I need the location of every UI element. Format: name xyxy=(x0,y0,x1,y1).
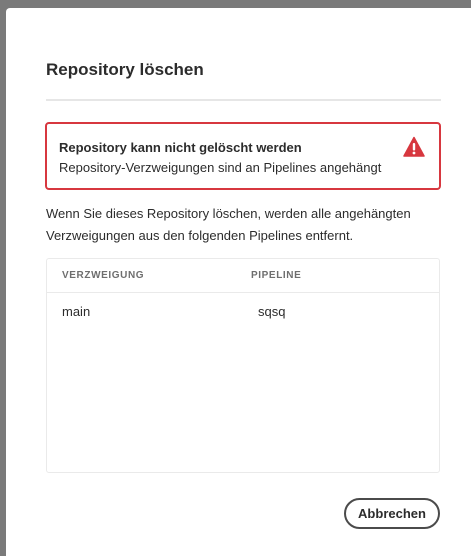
dialog-title: Repository löschen xyxy=(46,60,204,79)
alert-triangle-icon xyxy=(403,136,425,157)
row-pipeline: sqsq xyxy=(258,304,286,319)
table-row: main sqsq xyxy=(47,293,439,329)
delete-repository-dialog: Repository löschen Repository kann nicht… xyxy=(6,8,471,556)
row-branch: main xyxy=(62,304,91,319)
column-header-branch: VERZWEIGUNG xyxy=(62,270,145,281)
alert-heading: Repository kann nicht gelöscht werden xyxy=(59,140,302,155)
cancel-button[interactable]: Abbrechen xyxy=(344,498,440,529)
table-header: VERZWEIGUNG PIPELINE xyxy=(47,259,439,293)
title-divider xyxy=(46,99,441,101)
dialog-description: Wenn Sie dieses Repository löschen, werd… xyxy=(46,206,411,243)
error-alert: Repository kann nicht gelöscht werden Re… xyxy=(45,122,441,190)
column-header-pipeline: PIPELINE xyxy=(251,270,302,281)
alert-text: Repository-Verzweigungen sind an Pipelin… xyxy=(59,160,382,175)
pipelines-table: VERZWEIGUNG PIPELINE main sqsq xyxy=(46,258,440,473)
